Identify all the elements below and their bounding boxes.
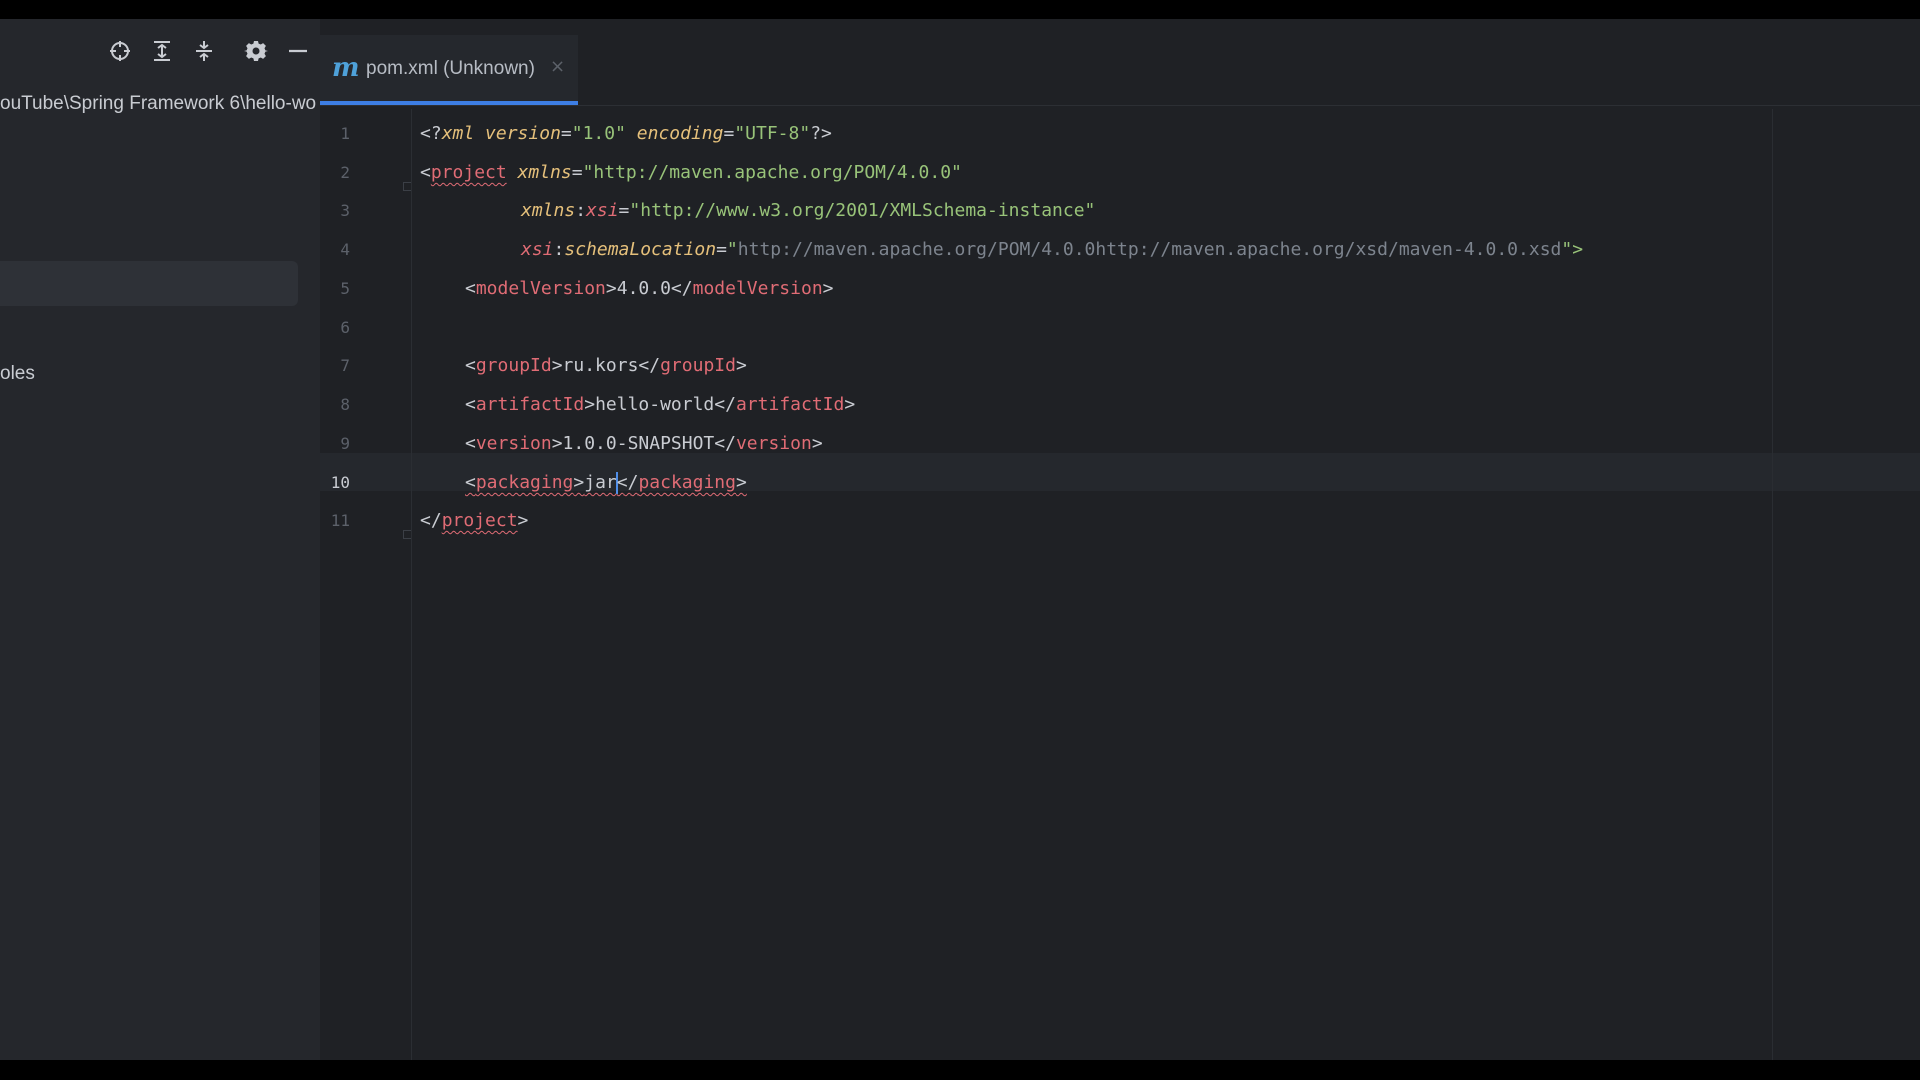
hide-icon[interactable] — [282, 35, 314, 67]
gutter-divider — [411, 109, 412, 1060]
maven-file-icon: m — [332, 53, 360, 83]
code-line-10: <packaging>jar</packaging> — [465, 472, 747, 494]
line-number: 9 — [340, 434, 350, 453]
code-editor[interactable]: <?xml version="1.0" encoding="UTF-8"?> <… — [420, 109, 1920, 1060]
line-number: 8 — [340, 395, 350, 414]
code-line-4: xsi:schemaLocation="http://maven.apache.… — [521, 239, 1584, 260]
project-panel: ouTube\Spring Framework 6\hello-wo oles — [0, 19, 320, 1060]
sidebar-item-scratches-and-consoles[interactable]: oles — [0, 361, 35, 387]
locate-icon[interactable] — [104, 35, 136, 67]
code-line-7: <groupId>ru.kors</groupId> — [465, 355, 747, 376]
code-line-3: xmlns:xsi="http://www.w3.org/2001/XMLSch… — [521, 200, 1096, 221]
project-panel-toolbar — [0, 35, 320, 71]
code-line-8: <artifactId>hello-world</artifactId> — [465, 394, 856, 415]
editor-area: m pom.xml (Unknown) × 1 2 3 4 5 6 7 8 9 … — [320, 19, 1920, 1060]
code-line-2: <project xmlns="http://maven.apache.org/… — [420, 162, 962, 183]
line-number: 2 — [340, 163, 350, 182]
close-icon[interactable]: × — [550, 55, 565, 79]
line-number: 5 — [340, 279, 350, 298]
expand-all-icon[interactable] — [146, 35, 178, 67]
line-number: 11 — [330, 511, 350, 530]
line-number: 1 — [340, 124, 350, 143]
ide-window: ouTube\Spring Framework 6\hello-wo oles … — [0, 19, 1920, 1060]
bottom-letterbox — [0, 1060, 1920, 1080]
code-line-9: <version>1.0.0-SNAPSHOT</version> — [465, 433, 823, 454]
tab-label: pom.xml (Unknown) — [366, 58, 535, 79]
line-number-current: 10 — [330, 473, 350, 492]
line-number: 6 — [340, 318, 350, 337]
code-line-11: </project> — [420, 510, 529, 531]
editor-tab-bar: m pom.xml (Unknown) × — [320, 35, 1920, 106]
code-line-1: <?xml version="1.0" encoding="UTF-8"?> — [420, 123, 832, 144]
collapse-all-icon[interactable] — [188, 35, 220, 67]
line-number-gutter: 1 2 3 4 5 6 7 8 9 10 11 — [320, 109, 412, 1060]
line-number: 4 — [340, 240, 350, 259]
project-path[interactable]: ouTube\Spring Framework 6\hello-wo — [0, 91, 320, 117]
code-line-5: <modelVersion>4.0.0</modelVersion> — [465, 278, 834, 299]
selected-tree-row[interactable] — [0, 261, 298, 306]
line-number: 3 — [340, 201, 350, 220]
gear-icon[interactable] — [240, 35, 272, 67]
line-number: 7 — [340, 356, 350, 375]
tab-pom-xml[interactable]: m pom.xml (Unknown) × — [320, 35, 578, 105]
